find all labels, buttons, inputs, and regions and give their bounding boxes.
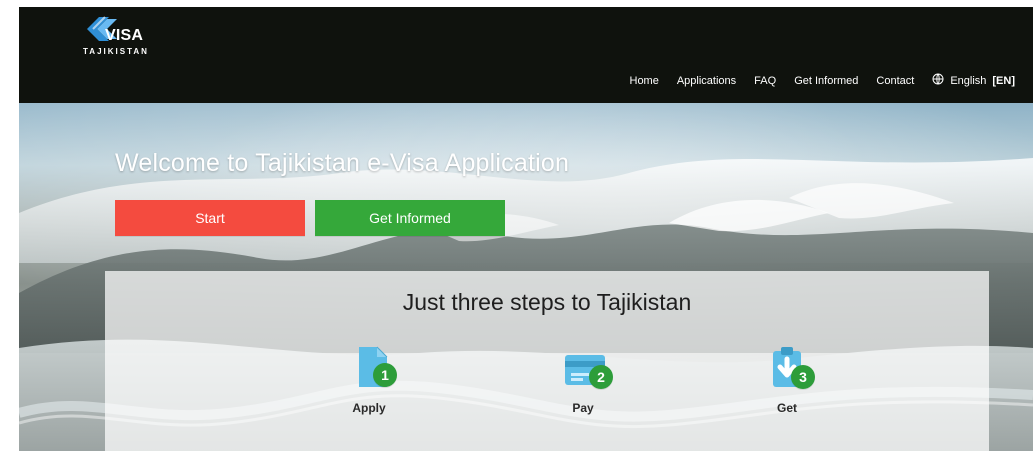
step-number-badge: 2 — [589, 365, 613, 389]
step-number-badge: 3 — [791, 365, 815, 389]
step-label: Apply — [352, 401, 386, 415]
top-navigation: Home Applications FAQ Get Informed Conta… — [630, 73, 1015, 88]
step-number-badge: 1 — [373, 363, 397, 387]
brand-subtitle: TAJIKISTAN — [83, 47, 149, 56]
nav-applications[interactable]: Applications — [677, 75, 736, 87]
start-button[interactable]: Start — [115, 200, 305, 236]
step-label: Get — [776, 401, 797, 415]
nav-contact[interactable]: Contact — [876, 75, 914, 87]
language-selector[interactable]: English [EN] — [932, 73, 1015, 88]
site-logo[interactable]: VISA TAJIKISTAN — [83, 13, 163, 56]
globe-icon — [932, 73, 944, 88]
nav-home[interactable]: Home — [630, 75, 659, 87]
nav-faq[interactable]: FAQ — [754, 75, 776, 87]
get-informed-button[interactable]: Get Informed — [315, 200, 505, 236]
browser-viewport: VISA TAJIKISTAN Home Applications FAQ Ge… — [19, 7, 1033, 451]
step-apply: 1 Apply — [309, 341, 429, 431]
step-label: Pay — [572, 401, 594, 415]
nav-get-informed[interactable]: Get Informed — [794, 75, 858, 87]
three-steps-title: Just three steps to Tajikistan — [402, 289, 692, 315]
hero-section: Welcome to Tajikistan e-Visa Application… — [19, 103, 1033, 451]
three-steps-panel: Just three steps to Tajikistan 1 Apply 2… — [105, 271, 989, 451]
step-get: 3 Get — [727, 341, 847, 431]
brand-name: VISA — [105, 27, 144, 44]
hero-title: Welcome to Tajikistan e-Visa Application — [115, 149, 570, 177]
step-pay: 2 Pay — [523, 341, 643, 431]
language-code: [EN] — [992, 74, 1015, 87]
language-label: English — [950, 74, 987, 87]
site-header: VISA TAJIKISTAN Home Applications FAQ Ge… — [19, 7, 1033, 103]
